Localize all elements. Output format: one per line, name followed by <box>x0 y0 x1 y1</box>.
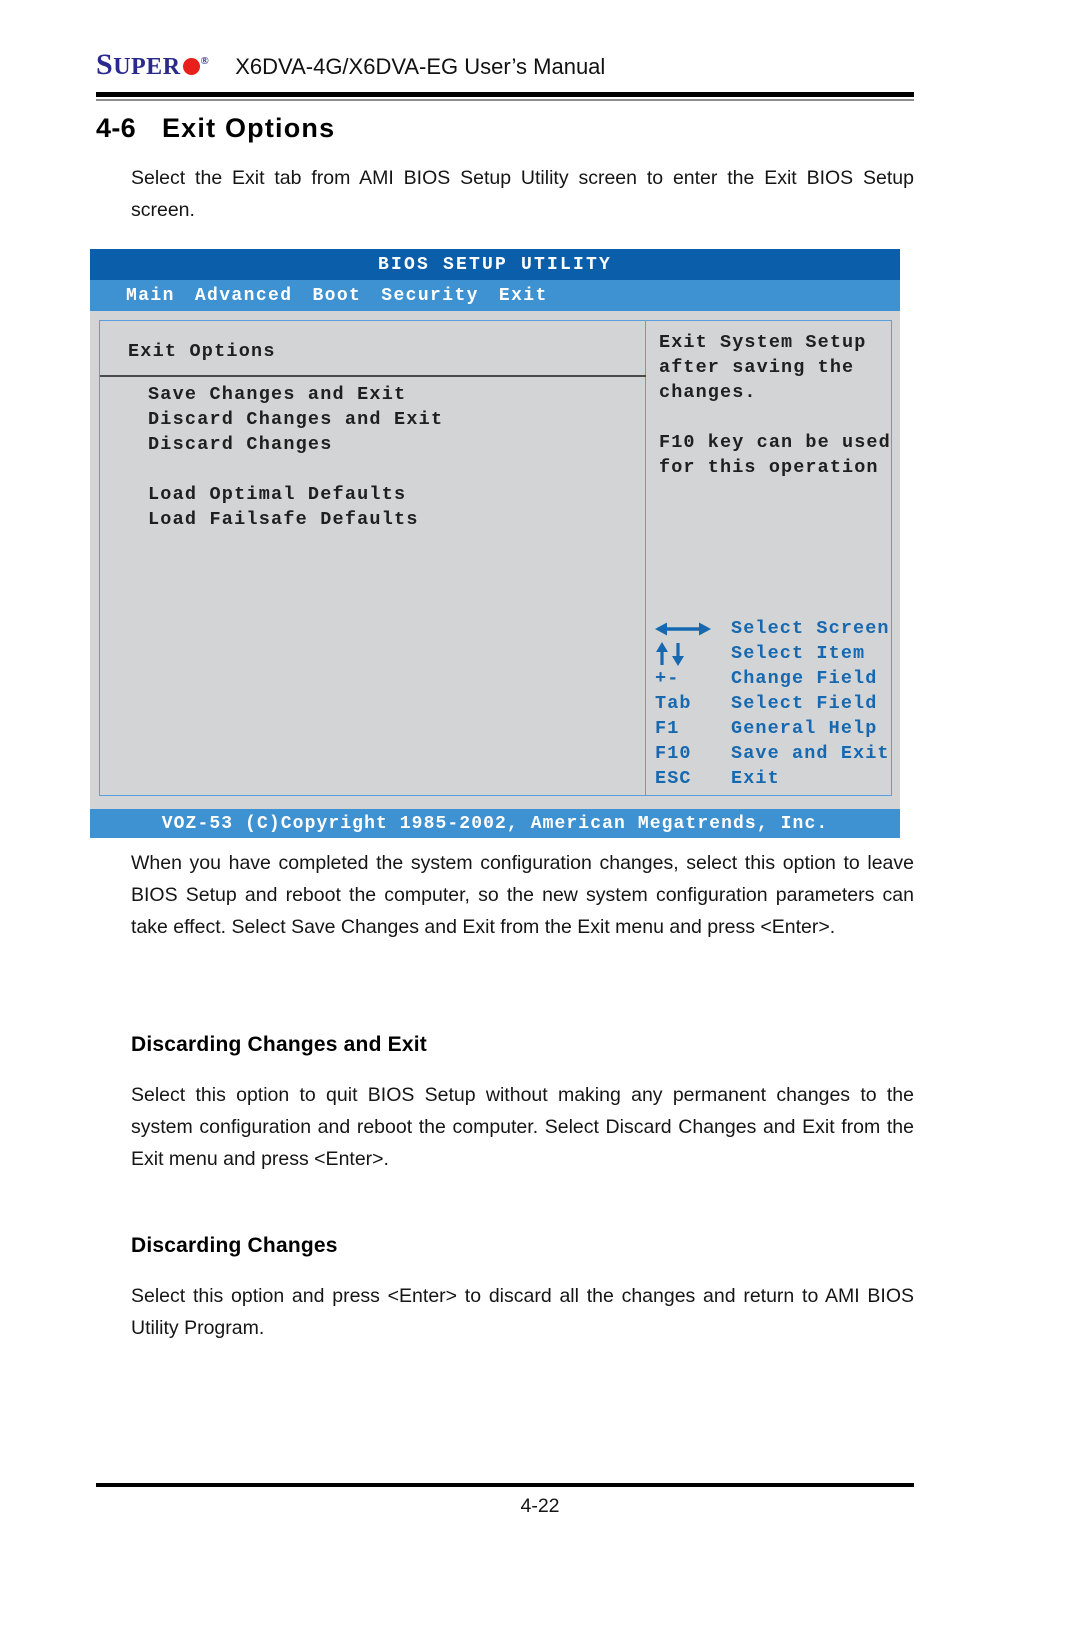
bios-menu-item-advanced[interactable]: Advanced <box>195 286 293 306</box>
bios-menu-item-boot[interactable]: Boot <box>312 286 361 306</box>
subheading-discarding-changes-and-exit: Discarding Changes and Exit <box>131 1033 427 1056</box>
bios-panel-title: Exit Options <box>128 341 276 362</box>
plus-minus-icon: +- <box>655 668 680 689</box>
section-intro-paragraph: Select the Exit tab from AMI BIOS Setup … <box>131 167 914 221</box>
bios-key-legend-row-change-field: +- Change Field <box>655 666 895 691</box>
body-paragraph-3: Select this option and press <Enter> to … <box>131 1285 914 1339</box>
bios-menu-bar[interactable]: Main Advanced Boot Security Exit <box>90 280 900 311</box>
bios-option-discard-changes[interactable]: Discard Changes <box>148 432 443 457</box>
up-down-arrow-icon <box>655 641 731 666</box>
subheading-discarding-changes: Discarding Changes <box>131 1234 338 1257</box>
body-paragraph-1: When you have completed the system confi… <box>131 852 914 938</box>
logo-letter-s: S <box>96 48 114 81</box>
bios-key-legend-row-select-screen: Select Screen <box>655 616 895 641</box>
bios-help-line-5: for this operation <box>659 457 879 478</box>
registered-mark-icon: ® <box>200 55 210 67</box>
bios-options-list: Save Changes and Exit Discard Changes an… <box>148 382 443 532</box>
bios-menu-item-main[interactable]: Main <box>126 286 175 306</box>
bios-help-text: Exit System Setup after saving the chang… <box>659 330 904 480</box>
bios-key-desc-select-item: Select Item <box>731 643 866 664</box>
left-right-arrow-icon <box>655 619 731 639</box>
bios-key-legend-row-select-item: Select Item <box>655 641 895 666</box>
bios-key-legend-row-general-help: F1 General Help <box>655 716 895 741</box>
bios-setup-screenshot: BIOS SETUP UTILITY Main Advanced Boot Se… <box>90 249 900 838</box>
bios-menu-item-exit[interactable]: Exit <box>499 286 548 306</box>
bios-key-desc-select-field: Select Field <box>731 693 878 714</box>
bios-title-bar: BIOS SETUP UTILITY <box>90 249 900 280</box>
running-head: S UPER ® X6DVA-4G/X6DVA-EG User’s Manual <box>96 48 984 88</box>
bios-option-load-failsafe-defaults[interactable]: Load Failsafe Defaults <box>148 507 443 532</box>
page-number: 4-22 <box>520 1495 560 1517</box>
bios-options-panel: Exit Options Save Changes and Exit Disca… <box>100 321 646 795</box>
bios-help-spacer <box>659 405 904 430</box>
bios-help-line-1: Exit System Setup <box>659 332 867 353</box>
logo-red-dot-icon <box>182 58 200 75</box>
manual-title: X6DVA-4G/X6DVA-EG User’s Manual <box>235 54 606 79</box>
bios-help-panel: Exit System Setup after saving the chang… <box>646 321 891 795</box>
logo-text-uper: UPER <box>113 54 181 80</box>
bios-help-line-3: changes. <box>659 382 757 403</box>
f1-key-icon: F1 <box>655 718 680 739</box>
bios-option-discard-changes-and-exit[interactable]: Discard Changes and Exit <box>148 407 443 432</box>
bios-key-desc-select-screen: Select Screen <box>731 618 890 639</box>
bios-content-panel: Exit Options Save Changes and Exit Disca… <box>99 320 892 796</box>
bios-key-legend-row-exit: ESC Exit <box>655 766 895 791</box>
footer-rule <box>96 1483 914 1487</box>
supermicro-logo: S UPER ® <box>96 48 210 82</box>
bios-key-desc-save-and-exit: Save and Exit <box>731 743 890 764</box>
bios-copyright-bar: VOZ-53 (C)Copyright 1985-2002, American … <box>90 809 900 838</box>
bios-key-desc-change-field: Change Field <box>731 668 878 689</box>
bios-panel-title-divider <box>100 375 646 377</box>
bios-key-legend-row-select-field: Tab Select Field <box>655 691 895 716</box>
bios-options-spacer <box>148 457 443 482</box>
tab-key-icon: Tab <box>655 693 692 714</box>
bios-menu-item-security[interactable]: Security <box>381 286 479 306</box>
bios-help-line-4: F10 key can be used <box>659 432 891 453</box>
body-paragraph-2: Select this option to quit BIOS Setup wi… <box>131 1084 914 1170</box>
header-rule-thick <box>96 92 914 97</box>
section-title: Exit Options <box>161 113 336 143</box>
section-number: 4-6 <box>96 113 136 143</box>
bios-help-line-2: after saving the <box>659 357 855 378</box>
bios-option-load-optimal-defaults[interactable]: Load Optimal Defaults <box>148 482 443 507</box>
bios-key-legend-row-save-and-exit: F10 Save and Exit <box>655 741 895 766</box>
bios-key-desc-exit: Exit <box>731 768 780 789</box>
bios-key-legend: Select Screen Select Item +- Change Fiel… <box>655 616 895 791</box>
section-heading: 4-6 Exit Options <box>96 113 335 144</box>
f10-key-icon: F10 <box>655 743 692 764</box>
esc-key-icon: ESC <box>655 768 692 789</box>
bios-option-save-changes-and-exit[interactable]: Save Changes and Exit <box>148 382 443 407</box>
bios-key-desc-general-help: General Help <box>731 718 878 739</box>
header-rule-thin <box>96 99 914 101</box>
